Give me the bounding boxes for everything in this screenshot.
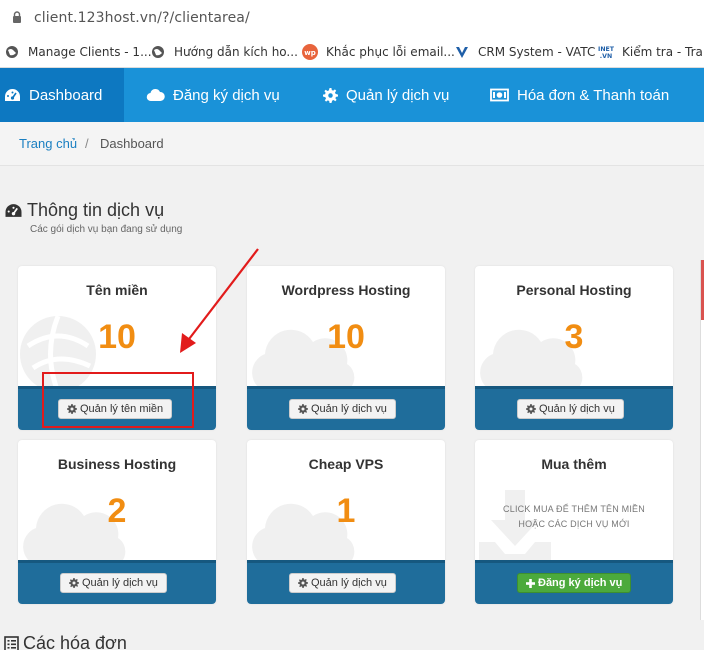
- svg-text:wp: wp: [304, 49, 315, 57]
- service-card-mua-them: Mua thêm Click mua để thêm tên miền hoặc…: [475, 440, 673, 604]
- button-label: Quản lý dịch vụ: [311, 577, 387, 589]
- manage-service-button[interactable]: Quản lý dịch vụ: [289, 399, 396, 419]
- invoices-section-title: Các hóa đơn: [4, 633, 127, 650]
- card-title: Wordpress Hosting: [281, 282, 411, 298]
- card-note-line: Click mua để thêm tên miền: [503, 504, 645, 514]
- service-card-personal-hosting: Personal Hosting 3 Quản lý dịch vụ: [475, 266, 673, 430]
- card-footer: Quản lý dịch vụ: [247, 560, 445, 604]
- dashboard-icon: [4, 203, 23, 219]
- bookmark-label: Manage Clients - 1...: [28, 45, 152, 59]
- annotation-highlight-box: [42, 372, 194, 428]
- section-subtitle: Các gói dịch vụ bạn đang sử dụng: [30, 224, 183, 235]
- card-title: Cheap VPS: [308, 456, 384, 472]
- breadcrumb-separator: /: [85, 136, 89, 151]
- manage-service-button[interactable]: Quản lý dịch vụ: [289, 573, 396, 593]
- svg-text:INET: INET: [598, 46, 614, 53]
- nav-quan-ly-dich-vu[interactable]: Quản lý dịch vụ: [323, 68, 449, 122]
- invoice-icon: [4, 635, 19, 650]
- main-nav: Dashboard Đăng ký dịch vụ Quản lý dịch v…: [0, 68, 704, 122]
- button-label: Quản lý dịch vụ: [82, 577, 158, 589]
- bookmarks-bar: Manage Clients - 1... Hướng dẫn kích ho.…: [0, 36, 704, 68]
- card-footer: Quản lý dịch vụ: [475, 386, 673, 430]
- nav-label: Hóa đơn & Thanh toán: [517, 86, 670, 104]
- money-icon: [490, 88, 509, 102]
- bookmark-khac-phuc[interactable]: wp Khắc phục lỗi email...: [302, 42, 455, 62]
- button-label: Quản lý dịch vụ: [311, 403, 387, 415]
- register-service-button[interactable]: Đăng ký dịch vụ: [517, 573, 632, 593]
- nav-hoa-don-thanh-toan[interactable]: Hóa đơn & Thanh toán: [490, 68, 669, 122]
- card-count: 3: [564, 318, 584, 356]
- nav-label: Dashboard: [29, 86, 103, 104]
- card-title: Business Hosting: [57, 456, 177, 472]
- bookmark-label: CRM System - VATC: [478, 45, 596, 59]
- card-count: 2: [107, 492, 127, 530]
- gear-icon: [69, 578, 79, 588]
- vatc-icon: [454, 44, 470, 60]
- bookmark-crm[interactable]: CRM System - VATC: [454, 42, 595, 62]
- breadcrumb-home-link[interactable]: Trang chủ: [19, 136, 77, 151]
- lock-icon: [13, 11, 21, 23]
- service-card-cheap-vps: Cheap VPS 1 Quản lý dịch vụ: [247, 440, 445, 604]
- dashboard-icon: [4, 88, 21, 103]
- card-count: 10: [327, 318, 365, 356]
- section-title: Thông tin dịch vụ: [4, 200, 164, 221]
- gear-icon: [298, 578, 308, 588]
- card-title: Mua thêm: [541, 456, 607, 472]
- bookmark-huong-dan[interactable]: Hướng dẫn kích ho...: [150, 42, 298, 62]
- gear-icon: [323, 87, 338, 103]
- side-panel-edge: [700, 260, 704, 620]
- cloud-icon: [146, 88, 165, 102]
- breadcrumb-current: Dashboard: [100, 136, 164, 151]
- svg-text:.VN: .VN: [600, 53, 612, 60]
- manage-service-button[interactable]: Quản lý dịch vụ: [60, 573, 167, 593]
- gear-icon: [298, 404, 308, 414]
- nav-dang-ky-dich-vu[interactable]: Đăng ký dịch vụ: [146, 68, 280, 122]
- card-footer: Quản lý dịch vụ: [18, 560, 216, 604]
- service-card-business-hosting: Business Hosting 2 Quản lý dịch vụ: [18, 440, 216, 604]
- button-label: Đăng ký dịch vụ: [538, 577, 623, 589]
- nav-label: Quản lý dịch vụ: [346, 86, 450, 104]
- nav-label: Đăng ký dịch vụ: [173, 86, 280, 104]
- card-title: Personal Hosting: [516, 282, 632, 298]
- gear-icon: [526, 404, 536, 414]
- wp-icon: wp: [302, 44, 318, 60]
- inet-icon: INET .VN: [598, 44, 614, 60]
- card-note: Click mua để thêm tên miền hoặc các dịch…: [475, 502, 673, 532]
- card-footer: Quản lý dịch vụ: [247, 386, 445, 430]
- service-card-wordpress-hosting: Wordpress Hosting 10 Quản lý dịch vụ: [247, 266, 445, 430]
- browser-url-bar[interactable]: client.123host.vn/?/clientarea/: [0, 0, 704, 36]
- invoices-title-text: Các hóa đơn: [23, 633, 127, 650]
- section-title-text: Thông tin dịch vụ: [27, 200, 165, 220]
- card-count: 1: [336, 492, 356, 530]
- bookmark-manage-clients[interactable]: Manage Clients - 1...: [4, 42, 152, 62]
- plus-icon: [526, 578, 535, 588]
- manage-service-button[interactable]: Quản lý dịch vụ: [517, 399, 624, 419]
- breadcrumb: Trang chủ / Dashboard: [0, 122, 704, 166]
- card-footer: Đăng ký dịch vụ: [475, 560, 673, 604]
- bookmark-label: Hướng dẫn kích ho...: [174, 45, 298, 59]
- nav-dashboard[interactable]: Dashboard: [0, 68, 124, 122]
- bookmark-label: Kiểm tra - Tra c: [622, 45, 704, 59]
- globe-icon: [150, 44, 166, 60]
- bookmark-label: Khắc phục lỗi email...: [326, 45, 455, 59]
- card-note-line: hoặc các dịch vụ mới: [518, 519, 630, 529]
- annotation-arrow-icon: [180, 248, 259, 353]
- button-label: Quản lý dịch vụ: [539, 403, 615, 415]
- globe-icon: [4, 44, 20, 60]
- url-text[interactable]: client.123host.vn/?/clientarea/: [34, 10, 250, 26]
- bookmark-kiem-tra[interactable]: INET.VN Kiểm tra - Tra c: [598, 42, 704, 62]
